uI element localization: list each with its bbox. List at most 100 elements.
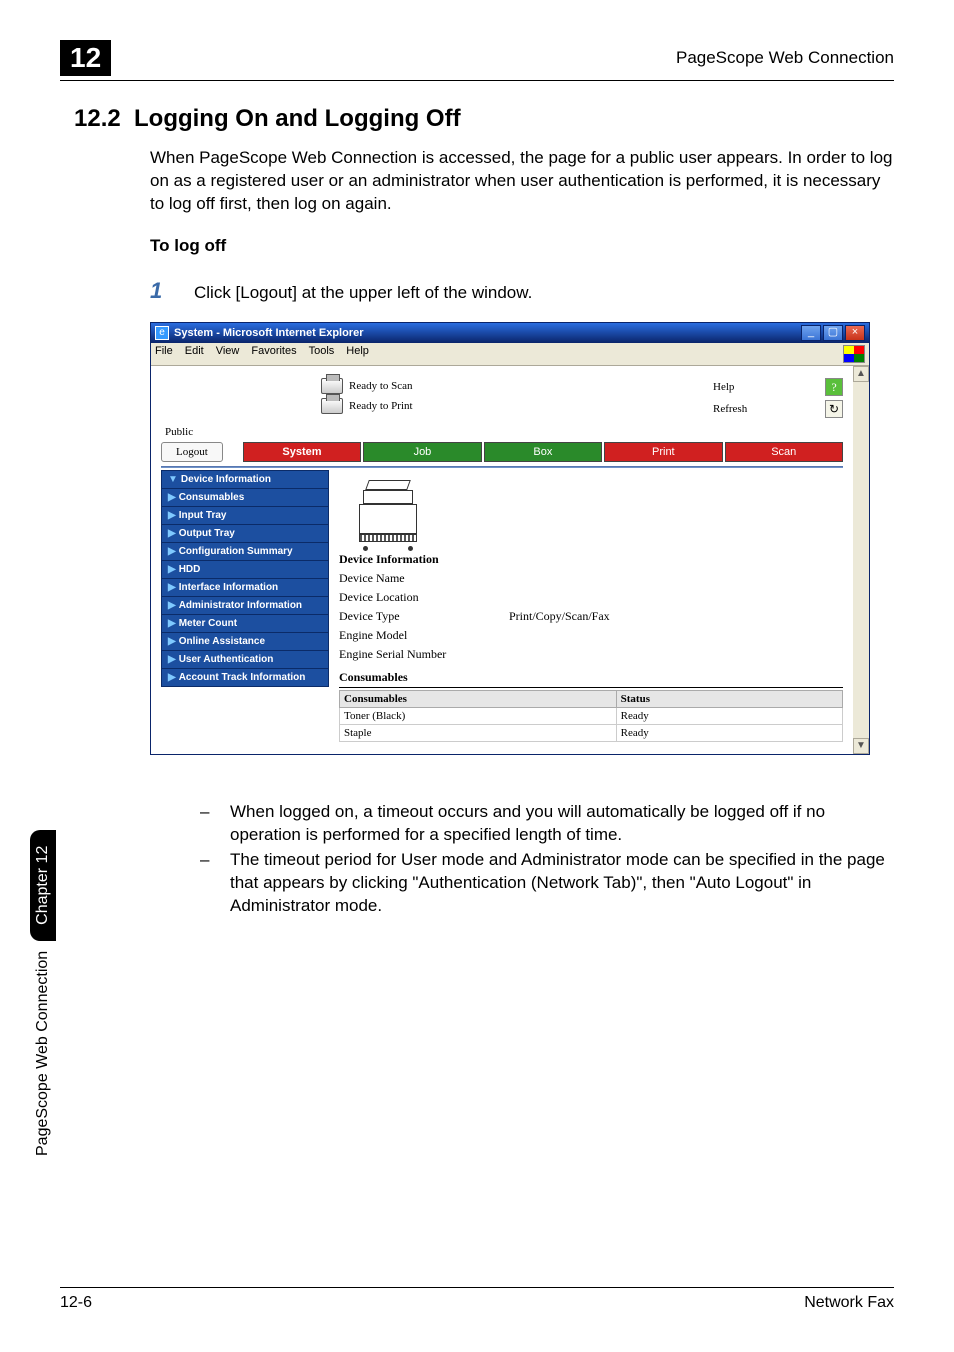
- menu-edit[interactable]: Edit: [185, 345, 204, 363]
- step-text: Click [Logout] at the upper left of the …: [194, 283, 532, 303]
- window-minimize-button[interactable]: _: [801, 325, 821, 341]
- sidebar-item-user-authentication[interactable]: ▶User Authentication: [161, 651, 329, 669]
- section-heading-text: Logging On and Logging Off: [134, 105, 461, 132]
- chevron-down-icon: ▼: [168, 474, 178, 485]
- consumables-col-name: Consumables: [340, 690, 617, 707]
- toolbar-row: Logout System Job Box Print Scan: [161, 442, 843, 462]
- side-tab: PageScope Web Connection Chapter 12: [30, 830, 56, 1156]
- ie-flag-icon: [843, 345, 865, 363]
- sidebar-item-label: HDD: [179, 564, 201, 575]
- notes-list: –When logged on, a timeout occurs and yo…: [200, 801, 894, 918]
- help-icon[interactable]: ?: [825, 378, 843, 396]
- menu-help[interactable]: Help: [346, 345, 369, 363]
- side-menu: ▼Device Information ▶Consumables ▶Input …: [161, 470, 329, 742]
- help-link[interactable]: Help: [713, 381, 734, 393]
- sidebar-item-label: Online Assistance: [179, 636, 265, 647]
- menu-tools[interactable]: Tools: [309, 345, 335, 363]
- chevron-right-icon: ▶: [168, 528, 176, 539]
- sidebar-item-account-track-information[interactable]: ▶Account Track Information: [161, 669, 329, 687]
- menu-file[interactable]: File: [155, 345, 173, 363]
- device-name-label: Device Name: [339, 569, 509, 588]
- note-text: The timeout period for User mode and Adm…: [230, 849, 894, 918]
- section-title: 12.2Logging On and Logging Off: [74, 105, 894, 133]
- consumables-col-status: Status: [616, 690, 842, 707]
- sidebar-item-device-information[interactable]: ▼Device Information: [161, 470, 329, 489]
- window-close-button[interactable]: ×: [845, 325, 865, 341]
- chevron-right-icon: ▶: [168, 672, 176, 683]
- device-location-label: Device Location: [339, 588, 509, 607]
- chevron-right-icon: ▶: [168, 654, 176, 665]
- chevron-right-icon: ▶: [168, 582, 176, 593]
- sidebar-item-hdd[interactable]: ▶HDD: [161, 561, 329, 579]
- scanner-icon: [321, 378, 343, 394]
- tab-box[interactable]: Box: [484, 442, 602, 462]
- tab-job[interactable]: Job: [363, 442, 481, 462]
- tab-system[interactable]: System: [243, 442, 361, 462]
- status-scan: Ready to Scan: [349, 380, 413, 392]
- ie-title: System - Microsoft Internet Explorer: [174, 327, 364, 339]
- scroll-up-button[interactable]: ▲: [853, 366, 869, 382]
- side-tab-text: PageScope Web Connection: [34, 951, 52, 1156]
- tab-scan[interactable]: Scan: [725, 442, 843, 462]
- chevron-right-icon: ▶: [168, 636, 176, 647]
- device-info-heading: Device Information: [339, 552, 843, 569]
- dash-icon: –: [200, 849, 230, 918]
- step-number: 1: [150, 278, 194, 304]
- engine-model-value: [509, 626, 843, 645]
- section-number: 12.2: [74, 105, 134, 133]
- chevron-right-icon: ▶: [168, 546, 176, 557]
- menu-view[interactable]: View: [216, 345, 240, 363]
- consumable-status: Ready: [616, 724, 842, 741]
- sidebar-item-meter-count[interactable]: ▶Meter Count: [161, 615, 329, 633]
- device-type-value: Print/Copy/Scan/Fax: [509, 607, 843, 626]
- sidebar-item-online-assistance[interactable]: ▶Online Assistance: [161, 633, 329, 651]
- sidebar-item-label: Device Information: [181, 474, 271, 485]
- chevron-right-icon: ▶: [168, 564, 176, 575]
- device-location-value: [509, 588, 843, 607]
- sidebar-item-consumables[interactable]: ▶Consumables: [161, 489, 329, 507]
- consumables-table: Consumables Status Toner (Black) Ready S…: [339, 690, 843, 742]
- dash-icon: –: [200, 801, 230, 847]
- sidebar-item-label: Configuration Summary: [179, 546, 293, 557]
- sidebar-item-label: Consumables: [179, 492, 245, 503]
- chapter-badge: 12: [60, 40, 111, 76]
- scroll-down-button[interactable]: ▼: [853, 738, 869, 754]
- sidebar-item-interface-information[interactable]: ▶Interface Information: [161, 579, 329, 597]
- note-text: When logged on, a timeout occurs and you…: [230, 801, 894, 847]
- ie-titlebar: e System - Microsoft Internet Explorer _…: [151, 323, 869, 343]
- chevron-right-icon: ▶: [168, 510, 176, 521]
- ie-icon: e: [155, 326, 169, 340]
- main-panel: Device Information Device Name Device Lo…: [339, 470, 843, 742]
- chevron-right-icon: ▶: [168, 600, 176, 611]
- page-footer: 12-6 Network Fax: [60, 1287, 894, 1312]
- side-tab-chapter: Chapter 12: [30, 830, 56, 941]
- ie-window: e System - Microsoft Internet Explorer _…: [150, 322, 870, 755]
- status-print: Ready to Print: [349, 400, 413, 412]
- logout-button[interactable]: Logout: [161, 442, 223, 462]
- table-row: Toner (Black) Ready: [340, 707, 843, 724]
- sidebar-item-label: Interface Information: [179, 582, 278, 593]
- consumable-status: Ready: [616, 707, 842, 724]
- sidebar-item-administrator-information[interactable]: ▶Administrator Information: [161, 597, 329, 615]
- refresh-icon[interactable]: ↻: [825, 400, 843, 418]
- header-title: PageScope Web Connection: [676, 48, 894, 68]
- engine-serial-label: Engine Serial Number: [339, 645, 509, 664]
- ie-menubar: File Edit View Favorites Tools Help: [151, 343, 869, 366]
- consumables-heading: Consumables: [339, 670, 843, 688]
- consumable-name: Toner (Black): [340, 707, 617, 724]
- refresh-link[interactable]: Refresh: [713, 403, 747, 415]
- sidebar-item-label: Account Track Information: [179, 672, 306, 683]
- menu-favorites[interactable]: Favorites: [251, 345, 296, 363]
- window-maximize-button[interactable]: ▢: [823, 325, 843, 341]
- sidebar-item-label: Administrator Information: [179, 600, 302, 611]
- sidebar-item-input-tray[interactable]: ▶Input Tray: [161, 507, 329, 525]
- sidebar-item-output-tray[interactable]: ▶Output Tray: [161, 525, 329, 543]
- tab-print[interactable]: Print: [604, 442, 722, 462]
- sidebar-item-configuration-summary[interactable]: ▶Configuration Summary: [161, 543, 329, 561]
- device-name-value: [509, 569, 843, 588]
- divider: [161, 466, 843, 468]
- consumable-name: Staple: [340, 724, 617, 741]
- table-row: Staple Ready: [340, 724, 843, 741]
- chevron-right-icon: ▶: [168, 492, 176, 503]
- engine-model-label: Engine Model: [339, 626, 509, 645]
